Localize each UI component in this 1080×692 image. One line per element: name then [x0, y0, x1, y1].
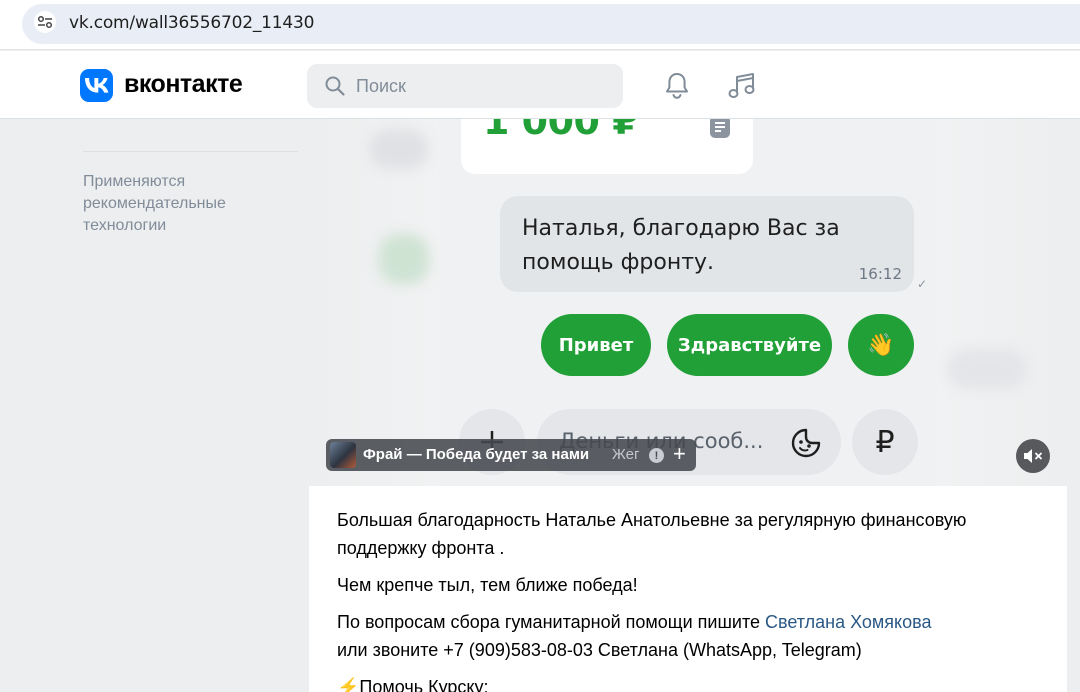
- sidebar-divider: [83, 151, 298, 152]
- quick-reply-greetings: Здравствуйте: [667, 314, 832, 376]
- search-input[interactable]: [307, 64, 623, 108]
- vk-header: вконтакте Поиск: [0, 51, 1080, 119]
- explicit-info-icon[interactable]: !: [649, 448, 664, 463]
- url-text[interactable]: vk.com/wall36556702_11430: [69, 13, 314, 33]
- transfer-card: 1 000 ₽: [461, 119, 753, 174]
- post-text-span: или звоните +7 (909)583-08-03 Светлана (…: [337, 640, 862, 660]
- message-text: Наталья, благодарю Вас за помощь фронту.: [522, 216, 840, 275]
- quick-reply-wave: 👋: [848, 314, 914, 376]
- sticker-icon: [791, 428, 821, 458]
- audio-chip[interactable]: Фрай — Победа будет за нами Жег ! +: [326, 439, 696, 471]
- add-audio-button[interactable]: +: [673, 441, 686, 467]
- quick-reply-hello: Привет: [541, 314, 651, 376]
- post-paragraph: По вопросам сбора гуманитарной помощи пи…: [337, 608, 1037, 664]
- post-text-span: По вопросам сбора гуманитарной помощи пи…: [337, 612, 765, 632]
- message-bubble: Наталья, благодарю Вас за помощь фронту.…: [500, 196, 914, 292]
- post-paragraph: Чем крепче тыл, тем ближе победа!: [337, 575, 638, 595]
- post-paragraph: Большая благодарность Наталье Анатольевн…: [337, 510, 967, 558]
- transfer-amount: 1 000 ₽: [483, 119, 639, 143]
- author-link[interactable]: Светлана Хомякова: [765, 612, 931, 632]
- phone-screen: 1 000 ₽ Наталья, благодарю Вас за помощь…: [439, 119, 937, 486]
- audio-title-overflow: Жег: [612, 446, 640, 463]
- search-icon: [325, 76, 345, 96]
- vk-logo-icon[interactable]: [80, 69, 113, 102]
- search-placeholder: Поиск: [356, 76, 406, 96]
- mute-icon: [1024, 449, 1043, 463]
- audio-cover: [330, 442, 356, 468]
- video-blur-left: [309, 119, 439, 486]
- video-blur-right: [937, 119, 1067, 486]
- music-icon[interactable]: [724, 69, 758, 103]
- recommendation-note: Применяются рекомендательные технологии: [83, 173, 226, 234]
- browser-toolbar: vk.com/wall36556702_11430: [0, 0, 1080, 50]
- post-body: Большая благодарность Наталье Анатольевн…: [337, 506, 1037, 692]
- message-time: 16:12: [858, 265, 902, 283]
- bell-icon[interactable]: [660, 69, 694, 103]
- doc-icon: [710, 119, 730, 138]
- site-settings-icon[interactable]: [34, 11, 56, 33]
- ruble-button: ₽: [852, 409, 918, 475]
- audio-title[interactable]: Фрай — Победа будет за нами: [363, 446, 589, 463]
- post-paragraph: ⚡️Помочь Курску:: [337, 677, 489, 692]
- vk-wordmark[interactable]: вконтакте: [124, 70, 243, 99]
- mute-button[interactable]: [1016, 439, 1050, 473]
- read-check-icon: ✓: [917, 277, 928, 291]
- post-video[interactable]: 1 000 ₽ Наталья, благодарю Вас за помощь…: [309, 119, 1067, 486]
